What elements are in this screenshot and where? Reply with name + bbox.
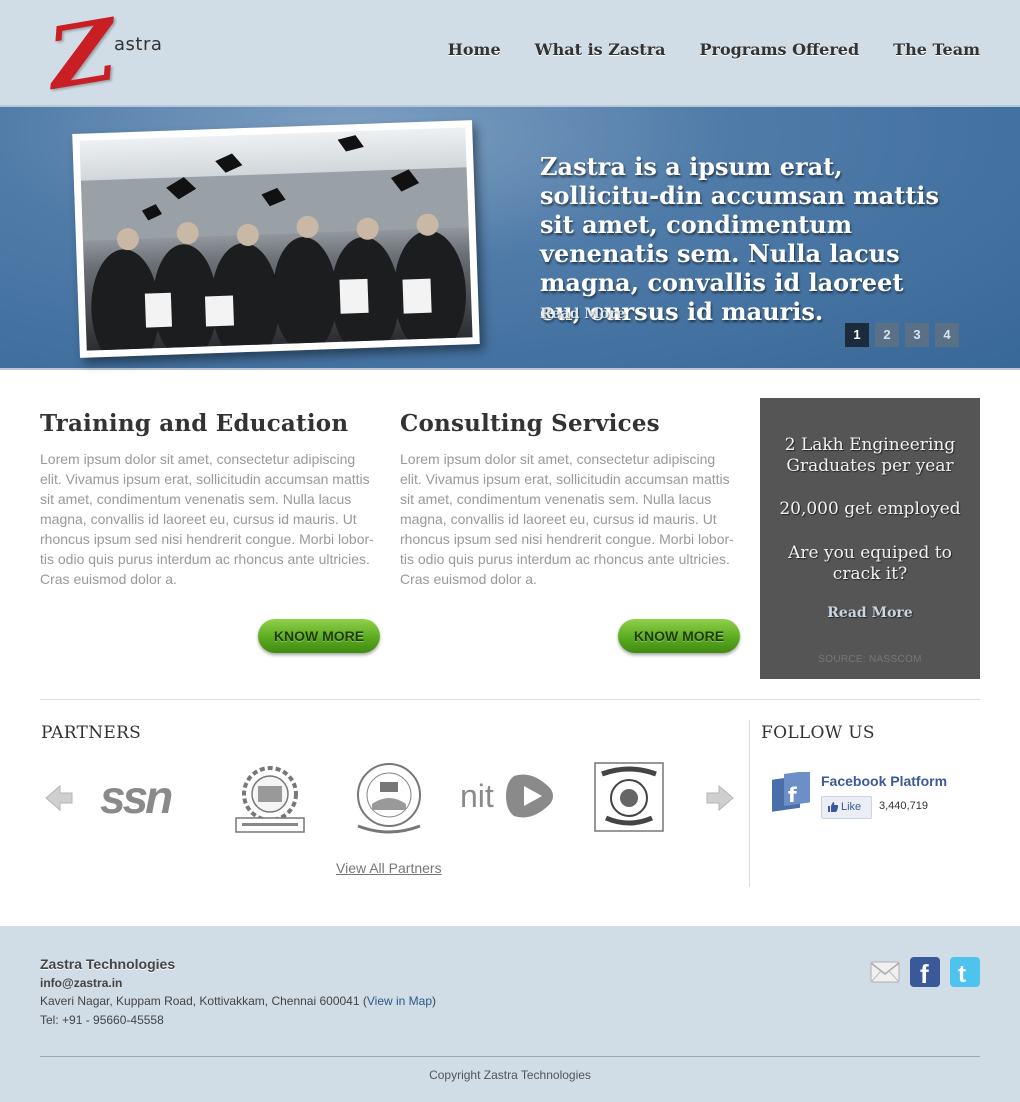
stats-read-more-link[interactable]: Read More [760,605,980,621]
like-label: Like [841,801,862,813]
nit-logo-text: nit [460,778,494,814]
section-title: Consulting Services [400,410,660,437]
partners-title: PARTNERS [41,723,142,743]
graduation-photo [72,120,480,358]
section-title: Training and Education [40,410,349,437]
follow-us-title: FOLLOW US [761,723,875,743]
stat-graduates: 2 Lakh Engineering Graduates per year [784,435,956,476]
footer-divider [40,1056,980,1057]
zastra-logo[interactable]: Z astra [45,0,176,111]
logo-text: astra [114,34,163,55]
svg-text:f: f [788,783,797,807]
view-all-partners-link[interactable]: View All Partners [336,860,442,876]
facebook-like-widget: f Facebook Platform Like 3,440,719 [770,772,970,822]
twitter-icon[interactable]: t [950,957,980,987]
partner-logo-anna-university[interactable] [234,762,306,834]
site-footer: Zastra Technologies info@zastra.in Kaver… [0,926,1020,1102]
divider [40,699,980,700]
footer-company-name: Zastra Technologies [40,956,176,972]
thumbs-up-icon [828,802,839,812]
facebook-platform-icon: f [772,772,810,812]
nav-what-is-zastra[interactable]: What is Zastra [535,40,666,59]
hero-read-more-link[interactable]: Read More [540,306,625,322]
address-text: Kaveri Nagar, Kuppam Road, Kottivakkam, … [40,994,360,1008]
like-count: 3,440,719 [879,800,928,812]
social-icons: f t [870,957,980,987]
stat-question: Are you equiped to crack it? [788,543,952,584]
hero-slider: Zastra is a ipsum erat, sollicitu-din ac… [0,105,1020,370]
know-more-button[interactable]: KNOW MORE [618,619,740,653]
arrow-left-icon[interactable] [44,784,74,812]
footer-address: Kaveri Nagar, Kuppam Road, Kottivakkam, … [40,994,436,1008]
footer-telephone: Tel: +91 - 95660-45558 [40,1013,164,1027]
nit-play-icon [506,774,553,818]
copyright-text: Copyright Zastra Technologies [429,1068,591,1082]
section-body: Lorem ipsum dolor sit amet, consectetur … [400,451,734,587]
slide-page-3[interactable]: 3 [905,323,929,347]
partner-logo-vit-university[interactable] [354,762,424,836]
svg-text:t: t [958,961,966,987]
partner-logo-ssn[interactable]: ssn [100,772,200,822]
slide-page-1[interactable]: 1 [845,323,869,347]
consulting-services-section: Consulting Services Lorem ipsum dolor si… [400,410,740,670]
svg-text:f: f [920,959,929,987]
view-in-map-link[interactable]: View in Map [367,994,432,1008]
arrow-right-icon[interactable] [705,784,735,812]
logo-letter: Z [45,0,119,111]
vertical-divider [749,720,750,887]
nav-home[interactable]: Home [448,40,501,59]
nav-programs-offered[interactable]: Programs Offered [699,40,859,59]
mail-icon[interactable] [870,957,900,987]
know-more-button[interactable]: KNOW MORE [258,619,380,653]
training-education-section: Training and Education Lorem ipsum dolor… [40,410,380,670]
section-body: Lorem ipsum dolor sit amet, consectetur … [40,451,374,587]
slider-pager: 1 2 3 4 [845,323,959,347]
site-header: Z astra Home What is Zastra Programs Off… [0,0,1020,111]
stat-employed: 20,000 get employed [779,499,961,519]
footer-email-link[interactable]: info@zastra.in [40,976,122,990]
stats-source: SOURCE: NASSCOM [818,654,922,665]
nasscom-stats-box: 2 Lakh Engineering Graduates per year 20… [760,398,980,679]
hero-headline: Zastra is a ipsum erat, sollicitu-din ac… [540,152,940,326]
slide-page-4[interactable]: 4 [935,323,959,347]
ssn-logo-text: ssn [100,771,173,823]
slide-page-2[interactable]: 2 [875,323,899,347]
nav-the-team[interactable]: The Team [893,40,980,59]
map-paren-close: ) [432,994,437,1008]
main-nav: Home What is Zastra Programs Offered The… [448,40,980,59]
facebook-platform-title[interactable]: Facebook Platform [821,773,947,789]
facebook-icon[interactable]: f [910,957,940,987]
partner-logo-college-crest[interactable] [594,762,664,832]
partner-logo-nit[interactable]: nit [460,770,560,824]
facebook-like-button[interactable]: Like [821,796,872,819]
